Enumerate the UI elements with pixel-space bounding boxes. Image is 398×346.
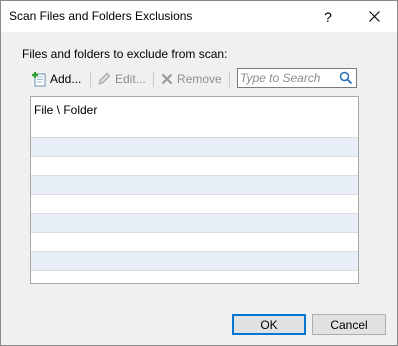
dialog-client-area: Files and folders to exclude from scan: … [1,32,397,345]
toolbar: Add... Edit... Remove [29,68,361,90]
window-title: Scan Files and Folders Exclusions [9,9,193,23]
toolbar-separator [90,72,91,87]
list-header: File \ Folder [31,97,358,138]
ok-button[interactable]: OK [232,314,306,335]
pencil-icon [98,72,111,85]
list-row[interactable] [31,176,358,195]
list-row[interactable] [31,157,358,176]
list-row[interactable] [31,233,358,252]
list-row[interactable] [31,271,358,283]
search-icon[interactable] [339,71,353,85]
help-icon: ? [324,8,332,25]
list-rows [31,138,358,283]
remove-button[interactable]: Remove [160,69,222,89]
close-icon [368,11,380,22]
cancel-button[interactable]: Cancel [312,314,386,335]
title-bar: Scan Files and Folders Exclusions ? [1,1,397,32]
remove-icon [161,73,173,85]
remove-label: Remove [177,72,222,86]
list-row[interactable] [31,138,358,157]
search-input[interactable] [240,70,336,86]
add-label: Add... [50,72,82,86]
list-row[interactable] [31,214,358,233]
edit-button[interactable]: Edit... [96,69,146,89]
list-row[interactable] [31,195,358,214]
help-button[interactable]: ? [305,1,351,32]
section-label: Files and folders to exclude from scan: [22,47,228,61]
list-row[interactable] [31,252,358,271]
search-box [237,68,357,88]
close-button[interactable] [351,1,397,32]
column-header-file-folder: File \ Folder [34,103,98,117]
toolbar-separator [153,72,154,87]
edit-label: Edit... [115,72,146,86]
add-button[interactable]: Add... [31,69,81,89]
toolbar-separator [229,72,230,87]
dialog-window: Scan Files and Folders Exclusions ? File… [0,0,398,346]
add-icon [32,72,46,87]
exclusions-list[interactable]: File \ Folder [30,96,359,284]
